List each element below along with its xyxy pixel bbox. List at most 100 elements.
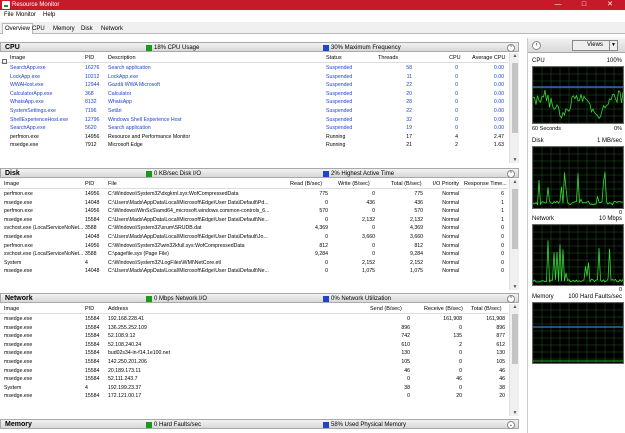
- collapse-icon[interactable]: ⌃: [507, 44, 515, 52]
- table-row[interactable]: perfmon.exe 14956 C:\Windows\WinSxS\amd64_…: [0, 207, 508, 216]
- scroll-thumb[interactable]: [512, 189, 518, 249]
- col-description[interactable]: Description: [108, 55, 136, 61]
- expand-panel-icon[interactable]: ›: [532, 41, 541, 50]
- table-row[interactable]: msedge.exe 14048 C:\Users\Mads\AppData\Loc…: [0, 199, 508, 208]
- network-scrollbar[interactable]: ▲ ▼: [509, 304, 519, 416]
- network-column-headers: Image PID Address Send (B/sec) Receive (…: [0, 304, 508, 314]
- table-row[interactable]: msedge.exe 15584 142.250.201.206 105 0 105: [0, 358, 508, 367]
- col-total[interactable]: Total (B/sec): [471, 306, 502, 312]
- col-read[interactable]: Read (B/sec): [290, 181, 322, 187]
- cell-read: 0: [325, 259, 328, 266]
- col-image[interactable]: Image: [4, 306, 19, 312]
- table-row[interactable]: msedge.exe 15584 192.168.228.41 0 161,908 161…: [0, 315, 508, 324]
- col-file[interactable]: File: [108, 181, 117, 187]
- col-receive[interactable]: Receive (B/sec): [424, 306, 463, 312]
- views-dropdown[interactable]: Views ▼: [572, 40, 618, 51]
- col-pid[interactable]: PID: [85, 181, 94, 187]
- table-row[interactable]: msedge.exe 14048 C:\Users\Mads\AppData\Loc…: [0, 267, 508, 276]
- cell-image: System: [4, 259, 22, 266]
- tab-cpu[interactable]: CPU: [30, 24, 47, 34]
- col-total[interactable]: Total (B/sec): [391, 181, 422, 187]
- col-send[interactable]: Send (B/sec): [370, 306, 402, 312]
- cell-response-time: 0: [501, 259, 504, 266]
- tab-disk[interactable]: Disk: [79, 24, 95, 34]
- col-status[interactable]: Status: [326, 55, 342, 61]
- table-row[interactable]: System 4 C:\Windows\System32\LogFiles\WMI\…: [0, 259, 508, 268]
- scroll-down-icon[interactable]: ▼: [511, 157, 519, 163]
- col-threads[interactable]: Threads: [378, 55, 398, 61]
- table-row[interactable]: svchost.exe (LocalServiceNoNet... 3588 C:\…: [0, 250, 508, 259]
- cell-description: Search application: [108, 65, 151, 71]
- table-row[interactable]: svchost.exe (LocalServiceNoNet... 3588 C:\…: [0, 224, 508, 233]
- memory-section-header[interactable]: Memory 0 Hard Faults/sec 58% Used Physic…: [0, 419, 519, 429]
- collapse-icon[interactable]: ⌃: [507, 170, 515, 178]
- expand-icon[interactable]: ⌄: [507, 421, 515, 429]
- table-row[interactable]: msedge.exe 15584 52.108.240.24 610 2 612: [0, 341, 508, 350]
- table-row[interactable]: LockApp.exe 10212 LockApp.exe Suspended 11 0 0…: [0, 73, 508, 82]
- table-row[interactable]: ShellExperienceHost.exe 12796 Windows Shel…: [0, 116, 508, 125]
- table-row[interactable]: perfmon.exe 14956 Resource and Performance…: [0, 133, 508, 142]
- table-row[interactable]: SearchApp.exe 16276 Search application Susp…: [0, 64, 508, 73]
- graph-panel: › Views ▼ CPU 100% 60 Seconds 0% Disk 1 …: [527, 38, 625, 433]
- table-row[interactable]: msedge.exe 15584 C:\Users\Mads\AppData\Loc…: [0, 216, 508, 225]
- cell-receive: 0: [459, 384, 462, 391]
- menu-file[interactable]: File: [4, 12, 14, 18]
- network-section-header[interactable]: Network 0 Mbps Network I/O 0% Network Ut…: [0, 293, 519, 303]
- table-row[interactable]: SearchApp.exe 5620 Search application Suspe…: [0, 124, 508, 133]
- table-row[interactable]: msedge.exe 15584 172.121.00.17 0 20 20: [0, 392, 508, 401]
- disk-section-header[interactable]: Disk 0 KB/sec Disk I/O 2% Highest Active…: [0, 168, 519, 178]
- cpu-scrollbar[interactable]: ▲ ▼: [509, 53, 519, 163]
- cell-status: Running: [326, 133, 346, 140]
- table-row[interactable]: WhatsApp.exe 8132 WhatsApp Suspended 28 0 0.00: [0, 98, 508, 107]
- col-average-cpu[interactable]: Average CPU: [472, 55, 506, 61]
- col-image[interactable]: Image: [4, 181, 19, 187]
- table-row[interactable]: msedge.exe 7912 Microsoft Edge Running 21 2 1.…: [0, 141, 508, 150]
- maximize-button[interactable]: □: [572, 0, 596, 10]
- scroll-down-icon[interactable]: ▼: [511, 410, 519, 416]
- table-row[interactable]: msedge.exe 15584 52.111.243.7 0 46 46: [0, 375, 508, 384]
- disk-scrollbar[interactable]: ▲ ▼: [509, 179, 519, 290]
- cell-io-priority: Normal: [442, 268, 459, 275]
- table-row[interactable]: System 4 192.199.23.37 38 0 38: [0, 384, 508, 393]
- tab-overview[interactable]: Overview: [2, 23, 34, 34]
- scroll-up-icon[interactable]: ▲: [511, 179, 519, 185]
- menu-help[interactable]: Help: [43, 12, 55, 18]
- table-row[interactable]: msedge.exe 15584 52.108.9.12 742 135 877: [0, 332, 508, 341]
- cell-average-cpu: 0.00: [493, 107, 504, 114]
- table-row[interactable]: perfmon.exe 14956 C:\Windows\System32\win3…: [0, 242, 508, 251]
- col-address[interactable]: Address: [108, 306, 128, 312]
- col-pid[interactable]: PID: [85, 306, 94, 312]
- table-row[interactable]: perfmon.exe 14956 C:\Windows\System32\dxgk…: [0, 190, 508, 199]
- cell-io-priority: Normal: [442, 191, 459, 197]
- col-image[interactable]: Image: [10, 55, 25, 61]
- col-pid[interactable]: PID: [85, 55, 94, 61]
- table-row[interactable]: msedge.exe 15584 20.189.173.11 46 0 46: [0, 367, 508, 376]
- tab-memory[interactable]: Memory: [51, 24, 77, 34]
- col-response-time[interactable]: Response Time...: [464, 181, 507, 187]
- cell-response-time: 6: [501, 191, 504, 197]
- minimize-button[interactable]: —: [546, 0, 570, 10]
- table-row[interactable]: WWAHost.exe 12944 Gazdă WWA Microsoft Suspe…: [0, 81, 508, 90]
- tab-network[interactable]: Network: [99, 24, 125, 34]
- col-write[interactable]: Write (B/sec): [338, 181, 370, 187]
- scroll-thumb[interactable]: [512, 63, 518, 133]
- table-row[interactable]: CalculatorApp.exe 368 Calculator Suspended 2…: [0, 90, 508, 99]
- cell-average-cpu: 0.00: [493, 65, 504, 71]
- scroll-up-icon[interactable]: ▲: [511, 304, 519, 310]
- cell-send: 0: [407, 376, 410, 383]
- table-row[interactable]: msedge.exe 15584 bud02s34-in-f14.1e100.net…: [0, 349, 508, 358]
- collapse-icon[interactable]: ⌃: [507, 295, 515, 303]
- table-row[interactable]: msedge.exe 14048 C:\Users\Mads\AppData\Loc…: [0, 233, 508, 242]
- scroll-up-icon[interactable]: ▲: [511, 53, 519, 59]
- menu-monitor[interactable]: Monitor: [16, 12, 36, 18]
- cell-cpu: 0: [455, 82, 458, 89]
- scroll-thumb[interactable]: [512, 314, 518, 364]
- col-io-priority[interactable]: I/O Priority: [433, 181, 459, 187]
- table-row[interactable]: msedge.exe 15584 136.255.252.109 896 0 896: [0, 324, 508, 333]
- scroll-down-icon[interactable]: ▼: [511, 284, 519, 290]
- table-row[interactable]: SystemSettings.exe 7196 Setări Suspended 22 0…: [0, 107, 508, 116]
- cell-pid: 7912: [85, 142, 97, 149]
- close-button[interactable]: ✕: [598, 0, 622, 10]
- col-cpu[interactable]: CPU: [449, 55, 461, 61]
- cpu-section-header[interactable]: CPU 18% CPU Usage 30% Maximum Frequency …: [0, 42, 519, 52]
